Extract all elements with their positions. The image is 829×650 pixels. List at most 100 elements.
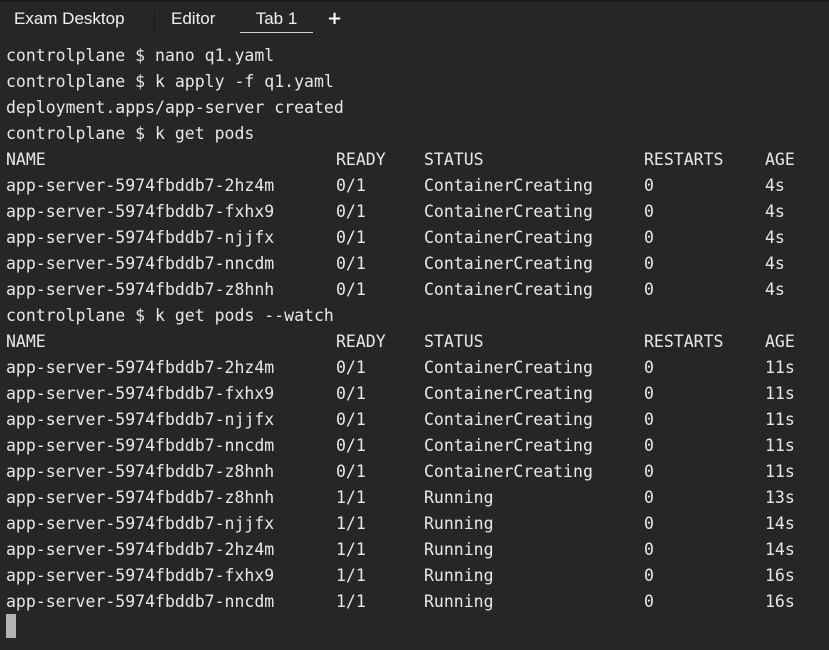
tab-editor[interactable]: Editor (171, 6, 215, 32)
pod-restarts: 0 (644, 566, 654, 585)
header-ready: READY (336, 332, 386, 351)
pod-ready: 1/1 (336, 514, 366, 533)
pod-name: app-server-5974fbddb7-nncdm (6, 436, 275, 455)
new-tab-plus-icon[interactable]: + (327, 6, 342, 32)
pod-status: ContainerCreating (424, 176, 593, 195)
pod-restarts: 0 (644, 540, 654, 559)
watch-row: app-server-5974fbddb7-nncdm 1/1 Running … (6, 589, 795, 615)
pod-age: 4s (765, 176, 785, 195)
watch-row: app-server-5974fbddb7-2hz4m 0/1 Containe… (6, 355, 795, 381)
command-line: controlplane $ k get pods --watch (6, 306, 334, 325)
pod-age: 11s (765, 358, 795, 377)
pod-ready: 0/1 (336, 384, 366, 403)
pod-name: app-server-5974fbddb7-nncdm (6, 254, 275, 273)
pod-status: ContainerCreating (424, 384, 593, 403)
pod-name: app-server-5974fbddb7-njjfx (6, 410, 275, 429)
pod-restarts: 0 (644, 228, 654, 247)
watch-row: app-server-5974fbddb7-njjfx 0/1 Containe… (6, 407, 795, 433)
pod-name: app-server-5974fbddb7-njjfx (6, 514, 275, 533)
pod-ready: 0/1 (336, 410, 366, 429)
pod-restarts: 0 (644, 592, 654, 611)
header-status: STATUS (424, 332, 484, 351)
pod-ready: 0/1 (336, 436, 366, 455)
pod-status: Running (424, 566, 494, 585)
pod-name: app-server-5974fbddb7-z8hnh (6, 488, 275, 507)
header-status: STATUS (424, 150, 484, 169)
pod-status: ContainerCreating (424, 202, 593, 221)
pod-age: 11s (765, 462, 795, 481)
pod-restarts: 0 (644, 410, 654, 429)
header-name: NAME (6, 332, 46, 351)
pod-ready: 0/1 (336, 228, 366, 247)
pod-age: 16s (765, 566, 795, 585)
pod-ready: 1/1 (336, 566, 366, 585)
pod-name: app-server-5974fbddb7-2hz4m (6, 540, 275, 559)
watch-row: app-server-5974fbddb7-2hz4m 1/1 Running … (6, 537, 795, 563)
output-line: deployment.apps/app-server created (6, 98, 344, 117)
pod-status: Running (424, 514, 494, 533)
pod-ready: 1/1 (336, 540, 366, 559)
pod-age: 11s (765, 410, 795, 429)
header-age: AGE (765, 150, 795, 169)
pod-restarts: 0 (644, 280, 654, 299)
pod-ready: 0/1 (336, 254, 366, 273)
pod-age: 14s (765, 540, 795, 559)
pod-restarts: 0 (644, 176, 654, 195)
command-line: controlplane $ k apply -f q1.yaml (6, 72, 334, 91)
watch-row: app-server-5974fbddb7-z8hnh 0/1 Containe… (6, 459, 795, 485)
command-line: controlplane $ nano q1.yaml (6, 46, 275, 65)
pod-name: app-server-5974fbddb7-fxhx9 (6, 384, 275, 403)
watch-row: app-server-5974fbddb7-z8hnh 1/1 Running … (6, 485, 795, 511)
pod-name: app-server-5974fbddb7-z8hnh (6, 280, 275, 299)
pod-age: 4s (765, 280, 785, 299)
header-restarts: RESTARTS (644, 332, 724, 351)
terminal-cursor (6, 614, 16, 638)
pod-status: ContainerCreating (424, 254, 593, 273)
pods-header-row: NAME READY STATUS RESTARTS AGE (6, 147, 795, 173)
pod-ready: 0/1 (336, 176, 366, 195)
pod-row: app-server-5974fbddb7-fxhx9 0/1 Containe… (6, 199, 785, 225)
pod-name: app-server-5974fbddb7-fxhx9 (6, 202, 275, 221)
pod-age: 13s (765, 488, 795, 507)
header-restarts: RESTARTS (644, 150, 724, 169)
pod-status: Running (424, 488, 494, 507)
watch-row: app-server-5974fbddb7-njjfx 1/1 Running … (6, 511, 795, 537)
pod-age: 4s (765, 202, 785, 221)
pod-restarts: 0 (644, 514, 654, 533)
pod-status: ContainerCreating (424, 228, 593, 247)
pod-age: 11s (765, 384, 795, 403)
pod-row: app-server-5974fbddb7-z8hnh 0/1 Containe… (6, 277, 785, 303)
pod-name: app-server-5974fbddb7-z8hnh (6, 462, 275, 481)
terminal-pane[interactable]: controlplane $ nano q1.yaml controlplane… (0, 36, 829, 650)
pod-status: ContainerCreating (424, 410, 593, 429)
pod-status: ContainerCreating (424, 280, 593, 299)
pod-status: ContainerCreating (424, 358, 593, 377)
pod-status: ContainerCreating (424, 436, 593, 455)
pod-name: app-server-5974fbddb7-2hz4m (6, 358, 275, 377)
command-line: controlplane $ k get pods (6, 124, 255, 143)
pod-ready: 0/1 (336, 280, 366, 299)
header-ready: READY (336, 150, 386, 169)
pod-ready: 1/1 (336, 488, 366, 507)
pod-age: 16s (765, 592, 795, 611)
pod-age: 14s (765, 514, 795, 533)
pod-ready: 1/1 (336, 592, 366, 611)
pod-name: app-server-5974fbddb7-fxhx9 (6, 566, 275, 585)
pod-restarts: 0 (644, 436, 654, 455)
watch-row: app-server-5974fbddb7-nncdm 0/1 Containe… (6, 433, 795, 459)
exam-terminal-window: Exam Desktop Editor Tab 1 + controlplane… (0, 0, 829, 650)
pod-row: app-server-5974fbddb7-2hz4m 0/1 Containe… (6, 173, 785, 199)
pod-status: Running (424, 592, 494, 611)
pod-restarts: 0 (644, 358, 654, 377)
pod-restarts: 0 (644, 202, 654, 221)
tab-exam-desktop[interactable]: Exam Desktop (14, 6, 125, 32)
tab-bar: Exam Desktop Editor Tab 1 + (0, 2, 829, 36)
watch-row: app-server-5974fbddb7-fxhx9 1/1 Running … (6, 563, 795, 589)
pod-name: app-server-5974fbddb7-2hz4m (6, 176, 275, 195)
pod-age: 11s (765, 436, 795, 455)
pod-status: Running (424, 540, 494, 559)
pod-restarts: 0 (644, 384, 654, 403)
pod-ready: 0/1 (336, 202, 366, 221)
pod-age: 4s (765, 228, 785, 247)
tab-terminal-1[interactable]: Tab 1 (240, 6, 313, 33)
